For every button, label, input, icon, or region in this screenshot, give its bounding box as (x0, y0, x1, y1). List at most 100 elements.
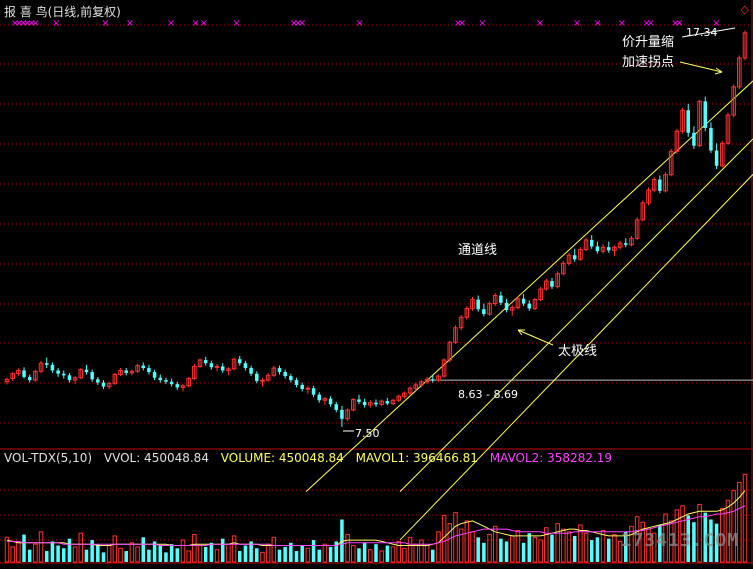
volume-bar-69 (396, 540, 401, 563)
volume-bar-93 (532, 536, 538, 563)
acceleration-label: 加速拐点 (622, 55, 674, 70)
signal-mark-12: × (232, 18, 240, 29)
volume-bar-102 (583, 532, 589, 563)
volume-bar-54 (311, 540, 316, 562)
mavol1-value: MAVOL1: 396466.81 (355, 451, 478, 465)
signal-mark-8: × (126, 18, 134, 29)
volume-bar-81 (464, 520, 470, 563)
volume-bar-20 (118, 547, 123, 563)
volume-bar-11 (67, 538, 72, 562)
volume-bar-31 (180, 539, 186, 563)
volume-bar-4 (27, 549, 32, 562)
volume-bar-24 (141, 537, 146, 562)
volume-bar-61 (351, 545, 356, 563)
candle-body-58 (334, 404, 339, 410)
volume-bar-27 (158, 545, 163, 562)
volume-bar-104 (595, 537, 600, 562)
price-volume-label: 价升量缩 (622, 34, 674, 50)
volume-bar-98 (561, 528, 566, 563)
volume-bar-74 (424, 545, 430, 563)
high-price-label: 17.34 (686, 26, 718, 39)
volume-bar-44 (255, 548, 259, 562)
vvol-value: VVOL: 450048.84 (103, 451, 209, 465)
volume-bar-107 (612, 534, 617, 563)
signal-mark-23: × (618, 18, 626, 29)
volume-bar-28 (164, 552, 168, 562)
taiji-pointer (517, 329, 554, 346)
volume-bar-2 (16, 542, 21, 563)
candle-body-29 (169, 381, 174, 385)
signal-mark-10: × (191, 18, 199, 29)
volume-bar-22 (129, 542, 135, 563)
volume-bar-94 (538, 539, 543, 563)
volume-bar-73 (419, 539, 424, 563)
volume-bar-57 (328, 546, 333, 562)
volume-bar-88 (504, 541, 509, 562)
candle-body-59 (340, 409, 344, 419)
signal-mark-21: × (573, 18, 581, 29)
signal-mark-9: × (167, 18, 175, 29)
candle-body-109 (624, 243, 628, 245)
candle-body-67 (385, 401, 390, 404)
candle-body-125 (714, 150, 719, 166)
candle-body-120 (686, 110, 690, 133)
volume-bar-14 (84, 549, 89, 562)
candle-body-103 (589, 239, 594, 247)
candle-body-115 (658, 179, 662, 191)
candle-body-55 (317, 394, 321, 401)
volume-bar-17 (101, 552, 106, 562)
volume-bar-51 (294, 551, 299, 562)
volume-bar-68 (390, 546, 396, 563)
volume-bar-23 (135, 546, 140, 563)
signal-mark-20: × (536, 18, 544, 29)
volume-bar-87 (499, 538, 503, 562)
candle-body-124 (709, 127, 713, 151)
volume-bar-42 (243, 545, 248, 562)
volume-bar-8 (50, 541, 55, 562)
volume-bar-76 (436, 531, 441, 563)
candle-body-24 (141, 365, 146, 369)
candle-body-38 (220, 366, 225, 371)
volume-bar-75 (431, 549, 435, 562)
candle-body-41 (237, 359, 242, 364)
range-label: 8.63 - 8.69 (458, 388, 518, 401)
candle-body-3 (22, 370, 26, 377)
volume-bar-3 (22, 534, 26, 562)
volume-bar-37 (214, 549, 220, 563)
candle-body-26 (152, 372, 157, 378)
volume-bar-70 (402, 547, 407, 563)
volume-bar-6 (38, 531, 44, 563)
volume-header: VOL-TDX(5,10) VVOL: 450048.84 VOLUME: 45… (4, 451, 620, 465)
candle-body-36 (209, 363, 214, 368)
volume-bar-21 (124, 551, 128, 562)
volume-bar-49 (283, 546, 287, 562)
candle-body-91 (521, 298, 526, 304)
volume-bar-9 (56, 545, 60, 562)
mavol2-value: MAVOL2: 358282.19 (489, 451, 613, 465)
candle-body-30 (175, 384, 180, 388)
candle-body-45 (260, 379, 265, 382)
volume-bar-18 (106, 545, 112, 563)
volume-bar-12 (72, 546, 78, 563)
candle-body-28 (164, 380, 168, 382)
volume-bar-62 (357, 548, 361, 562)
chart-title: 报 喜 鸟(日线,前复权) (4, 5, 121, 19)
signal-mark-11: × (200, 18, 208, 29)
candle-body-50 (289, 376, 293, 381)
candle-body-48 (277, 368, 282, 373)
candle-body-16 (96, 379, 100, 383)
volume-bar-83 (476, 537, 480, 562)
volume-bar-34 (197, 545, 203, 563)
volume-bar-60 (345, 534, 350, 563)
volume-bar-92 (527, 533, 532, 562)
volume-bar-90 (515, 529, 521, 563)
taiji-label: 太极线 (558, 344, 597, 359)
candle-body-9 (56, 370, 60, 374)
corner-marker[interactable]: ◇ (741, 3, 749, 16)
candle-body-25 (147, 368, 151, 373)
candle-body-35 (203, 359, 208, 364)
volume-bar-7 (44, 551, 49, 562)
channel-label: 通道线 (458, 243, 497, 258)
volume-bar-10 (62, 548, 66, 562)
candle-body-14 (84, 369, 89, 373)
